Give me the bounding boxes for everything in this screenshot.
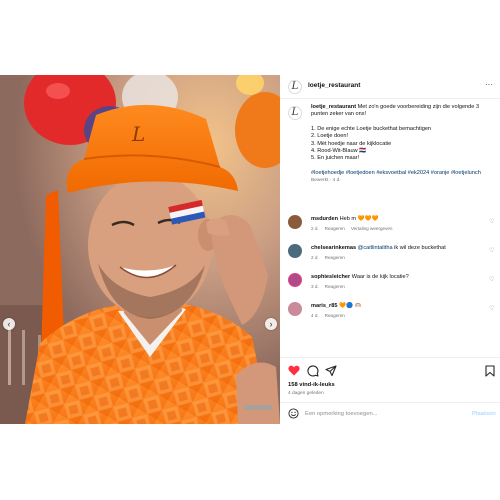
- caption-list-item: 4. Rood-Wit-Blauw 🇳🇱: [311, 148, 367, 155]
- reply-button[interactable]: Reageren: [325, 226, 345, 231]
- comment-time: 2 d.: [311, 255, 319, 260]
- comment-avatar[interactable]: [288, 273, 302, 287]
- comment-meta: 2 d. Reageren: [311, 255, 351, 260]
- comment-text: maris_r85 🧡🔵 🫶🏼: [311, 303, 481, 310]
- avatar[interactable]: L: [288, 80, 302, 94]
- comment-username[interactable]: chelsearinkemas: [311, 245, 356, 251]
- comment-time: 3 d.: [311, 284, 319, 289]
- reply-button[interactable]: Reageren: [325, 284, 345, 289]
- comment-time: 4 d.: [311, 313, 319, 318]
- comment-body: Heb m 🧡🧡🧡: [339, 216, 379, 222]
- reply-button[interactable]: Reageren: [325, 313, 345, 318]
- comment-meta: 3 d. Reageren: [311, 284, 351, 289]
- comment-body: Waar is de kijk locatie?: [351, 274, 409, 280]
- post-caption: loetje_restaurant Met zo'n goede voorber…: [311, 104, 495, 185]
- reply-button[interactable]: Reageren: [325, 255, 345, 260]
- comment-username[interactable]: msdurden: [311, 216, 338, 222]
- post-actions: 158 vind-ik-leuks 4 dagen geleden Plaats…: [280, 357, 500, 424]
- caption-list-item: 5. En juichen maar!: [311, 155, 360, 162]
- translate-button[interactable]: Vertaling weergeven: [351, 226, 393, 231]
- comment-mention[interactable]: @caitlintalitha: [358, 245, 393, 251]
- comment-like-icon[interactable]: ♡: [489, 276, 494, 283]
- comment-item: chelsearinkemas @caitlintalitha ik wil d…: [280, 244, 500, 274]
- post-image: L: [0, 75, 280, 424]
- emoji-icon[interactable]: [288, 408, 299, 419]
- post-modal: L ‹ › L loetje_restaurant ··· L loetje_r…: [0, 0, 500, 500]
- share-icon[interactable]: [325, 365, 337, 377]
- comment-item: msdurden Heb m 🧡🧡🧡 2 d. Reageren Vertaling…: [280, 215, 500, 245]
- comment-icon[interactable]: [307, 365, 319, 377]
- caption-avatar[interactable]: L: [288, 106, 302, 120]
- post-timestamp: 4 dagen geleden: [288, 391, 324, 396]
- comment-avatar[interactable]: [288, 302, 302, 316]
- comment-time: 2 d.: [311, 226, 319, 231]
- caption-hashtags[interactable]: #loetjehoedje #loetjedoen #eksvoetbal #e…: [311, 170, 495, 177]
- carousel-prev-button[interactable]: ‹: [3, 318, 15, 330]
- comment-meta: 2 d. Reageren Vertaling weergeven: [311, 226, 399, 231]
- caption-list-item: 3. Mèt hoedje naar de kijklocatie: [311, 140, 392, 147]
- comment-username[interactable]: sophiesleicher: [311, 274, 350, 280]
- caption-list-item: 2. Loetje doen!: [311, 133, 349, 140]
- bookmark-icon[interactable]: [485, 365, 495, 377]
- comment-text: chelsearinkemas @caitlintalitha ik wil d…: [311, 245, 481, 252]
- svg-text:L: L: [131, 122, 145, 146]
- comment-like-icon[interactable]: ♡: [489, 218, 494, 225]
- comment-body: ik wil deze buckethat: [392, 245, 446, 251]
- comment-avatar[interactable]: [288, 215, 302, 229]
- more-options-icon[interactable]: ···: [485, 80, 493, 89]
- caption-meta: Bewerkt · 4 d.: [311, 178, 341, 184]
- heart-icon[interactable]: [288, 365, 300, 376]
- post-photo[interactable]: L ‹ ›: [0, 75, 280, 424]
- comment-text: msdurden Heb m 🧡🧡🧡: [311, 216, 481, 223]
- comment-body: 🧡🔵 🫶🏼: [339, 303, 362, 309]
- comment-text: sophiesleicher Waar is de kijk locatie?: [311, 274, 481, 281]
- header-username[interactable]: loetje_restaurant: [308, 82, 360, 89]
- comment-username[interactable]: maris_r85: [311, 303, 337, 309]
- comment-like-icon[interactable]: ♡: [489, 305, 494, 312]
- caption-list-item: 1. De enige echte Loetje buckethat bemac…: [311, 125, 432, 132]
- caption-username[interactable]: loetje_restaurant: [311, 104, 356, 110]
- comment-item: maris_r85 🧡🔵 🫶🏼 4 d. Reageren ♡: [280, 302, 500, 332]
- comment-like-icon[interactable]: ♡: [489, 247, 494, 254]
- comment-composer: Plaatsen: [280, 402, 500, 425]
- comment-avatar[interactable]: [288, 244, 302, 258]
- comment-meta: 4 d. Reageren: [311, 313, 351, 318]
- post-header: L loetje_restaurant ···: [280, 75, 500, 99]
- carousel-next-button[interactable]: ›: [265, 318, 277, 330]
- post-comment-button[interactable]: Plaatsen: [472, 411, 496, 417]
- likes-count[interactable]: 158 vind-ik-leuks: [288, 382, 335, 388]
- comment-item: sophiesleicher Waar is de kijk locatie? …: [280, 273, 500, 303]
- comment-input[interactable]: [305, 407, 465, 421]
- post-side-panel: L loetje_restaurant ··· L loetje_restaur…: [280, 75, 500, 424]
